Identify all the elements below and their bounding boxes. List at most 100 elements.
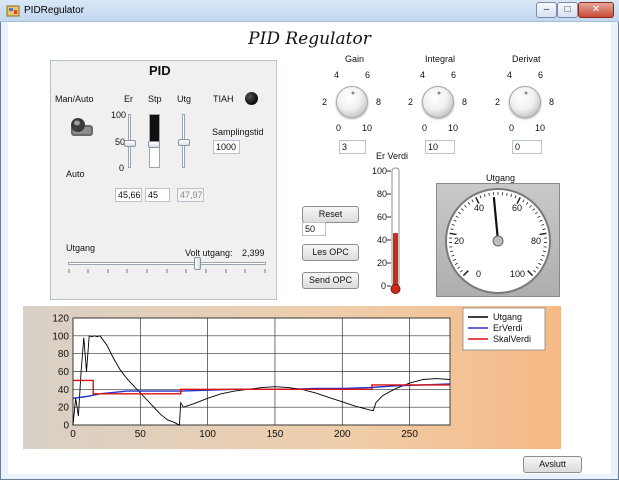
close-button[interactable]: ✕ <box>578 2 614 18</box>
gauge-label-40: 40 <box>474 203 485 213</box>
x-tick-label: 200 <box>334 429 351 440</box>
utg-value-field: 47,97 <box>177 188 204 202</box>
gain-value-field[interactable]: 3 <box>339 140 366 154</box>
derivat-scale-2: 2 <box>495 97 501 107</box>
stp-label: Stp <box>148 94 162 104</box>
legend-label-erverdi: ErVerdi <box>493 323 523 333</box>
er-verdi-scale-100: 100 <box>372 166 388 176</box>
er-slider-thumb[interactable] <box>124 140 136 148</box>
volt-utgang-label: Volt utgang: <box>185 248 233 258</box>
window-title: PIDRegulator <box>24 5 85 16</box>
x-tick-label: 100 <box>199 429 216 440</box>
volt-utgang-value: 2,399 <box>242 248 265 258</box>
legend-label-utgang: Utgang <box>493 312 522 322</box>
gauge-label-20: 20 <box>454 236 465 246</box>
title-bar[interactable] <box>0 0 619 22</box>
stp-value-field[interactable]: 45 <box>145 188 170 202</box>
trend-chart: 0 50 100 150 200 250 0 20 40 60 80 100 120 UtgangErVe… <box>52 307 546 440</box>
maximize-icon: □ <box>564 4 571 15</box>
integral-value-field[interactable]: 10 <box>425 140 455 154</box>
gain-scale-6: 6 <box>365 70 371 80</box>
derivat-scale-6: 6 <box>538 70 544 80</box>
scale-label-100: 100 <box>111 110 127 120</box>
utgang-slider-ticks <box>68 269 266 273</box>
derivat-value-field[interactable]: 0 <box>512 140 542 154</box>
er-verdi-scale-20: 20 <box>377 258 388 268</box>
derivat-knob-pointer <box>524 91 528 95</box>
reset-button[interactable]: Reset <box>302 206 359 223</box>
stp-slider-thumb[interactable] <box>148 140 160 148</box>
les-opc-button[interactable]: Les OPC <box>302 244 359 261</box>
integral-knob-pointer <box>437 91 441 95</box>
tiah-indicator-led <box>245 92 258 105</box>
minimize-icon: – <box>543 4 550 15</box>
gauge-label-100: 100 <box>510 269 526 279</box>
send-opc-button[interactable]: Send OPC <box>302 272 359 289</box>
derivat-knob[interactable] <box>509 86 541 118</box>
samplingstid-label: Samplingstid <box>212 127 264 137</box>
integral-scale-0: 0 <box>422 123 428 133</box>
y-tick-label: 80 <box>58 349 70 360</box>
form-title: PID Regulator <box>248 29 371 49</box>
er-verdi-scale-80: 80 <box>377 189 388 199</box>
er-verdi-scale-0: 0 <box>381 281 387 291</box>
er-verdi-thermometer <box>387 167 401 294</box>
y-tick-label: 120 <box>52 314 69 325</box>
pid-group-title: PID <box>149 63 171 78</box>
x-tick-label: 150 <box>267 429 284 440</box>
app-icon <box>6 4 20 18</box>
close-icon: ✕ <box>591 4 601 15</box>
gain-scale-4: 4 <box>334 70 340 80</box>
avslutt-button[interactable]: Avslutt <box>523 456 582 473</box>
auto-label: Auto <box>66 169 85 179</box>
utg-slider-thumb <box>178 139 190 147</box>
gauge-title: Utgang <box>486 173 516 183</box>
gain-scale-10: 10 <box>362 123 373 133</box>
man-auto-toggle-switch[interactable] <box>67 117 97 139</box>
y-tick-label: 20 <box>58 403 70 414</box>
x-tick-label: 250 <box>401 429 418 440</box>
er-verdi-label: Er Verdi <box>376 151 409 161</box>
er-verdi-scale-40: 40 <box>377 235 388 245</box>
utgang-slider-track[interactable] <box>68 262 266 265</box>
tiah-label: TIAH <box>213 94 234 104</box>
derivat-scale-0: 0 <box>509 123 515 133</box>
stp-slider-fill <box>150 115 159 144</box>
derivat-label: Derivat <box>512 54 541 64</box>
derivat-scale-4: 4 <box>507 70 513 80</box>
integral-label: Integral <box>425 54 456 64</box>
x-tick-label: 0 <box>70 429 76 440</box>
y-tick-label: 100 <box>52 331 69 342</box>
minimize-button[interactable]: – <box>536 2 557 18</box>
integral-knob[interactable] <box>422 86 454 118</box>
integral-scale-6: 6 <box>451 70 457 80</box>
utgang-label: Utgang <box>66 243 96 253</box>
integral-scale-8: 8 <box>462 97 468 107</box>
y-tick-label: 0 <box>63 421 69 432</box>
integral-scale-4: 4 <box>420 70 426 80</box>
gain-knob[interactable] <box>336 86 368 118</box>
gain-scale-8: 8 <box>376 97 382 107</box>
derivat-scale-8: 8 <box>549 97 555 107</box>
legend-label-skalverdi: SkalVerdi <box>493 334 531 344</box>
reset-value-field[interactable]: 50 <box>302 222 326 236</box>
gain-scale-0: 0 <box>336 123 342 133</box>
y-tick-label: 60 <box>58 367 70 378</box>
gain-label: Gain <box>345 54 365 64</box>
gauge-label-0: 0 <box>476 269 482 279</box>
utgang-slider-thumb[interactable] <box>193 257 201 270</box>
gauge-label-60: 60 <box>512 203 523 213</box>
gain-scale-2: 2 <box>322 97 328 107</box>
maximize-button[interactable]: □ <box>557 2 578 18</box>
er-value-field[interactable]: 45,66 <box>115 188 142 202</box>
integral-scale-2: 2 <box>408 97 414 107</box>
gain-knob-pointer <box>351 91 355 95</box>
samplingstid-input[interactable]: 1000 <box>213 140 240 154</box>
x-tick-label: 50 <box>135 429 147 440</box>
utg-label: Utg <box>177 94 192 104</box>
scale-label-0: 0 <box>119 163 125 173</box>
er-verdi-scale-60: 60 <box>377 212 388 222</box>
man-auto-label: Man/Auto <box>55 94 94 104</box>
gauge-label-80: 80 <box>531 236 542 246</box>
derivat-scale-10: 10 <box>535 123 546 133</box>
